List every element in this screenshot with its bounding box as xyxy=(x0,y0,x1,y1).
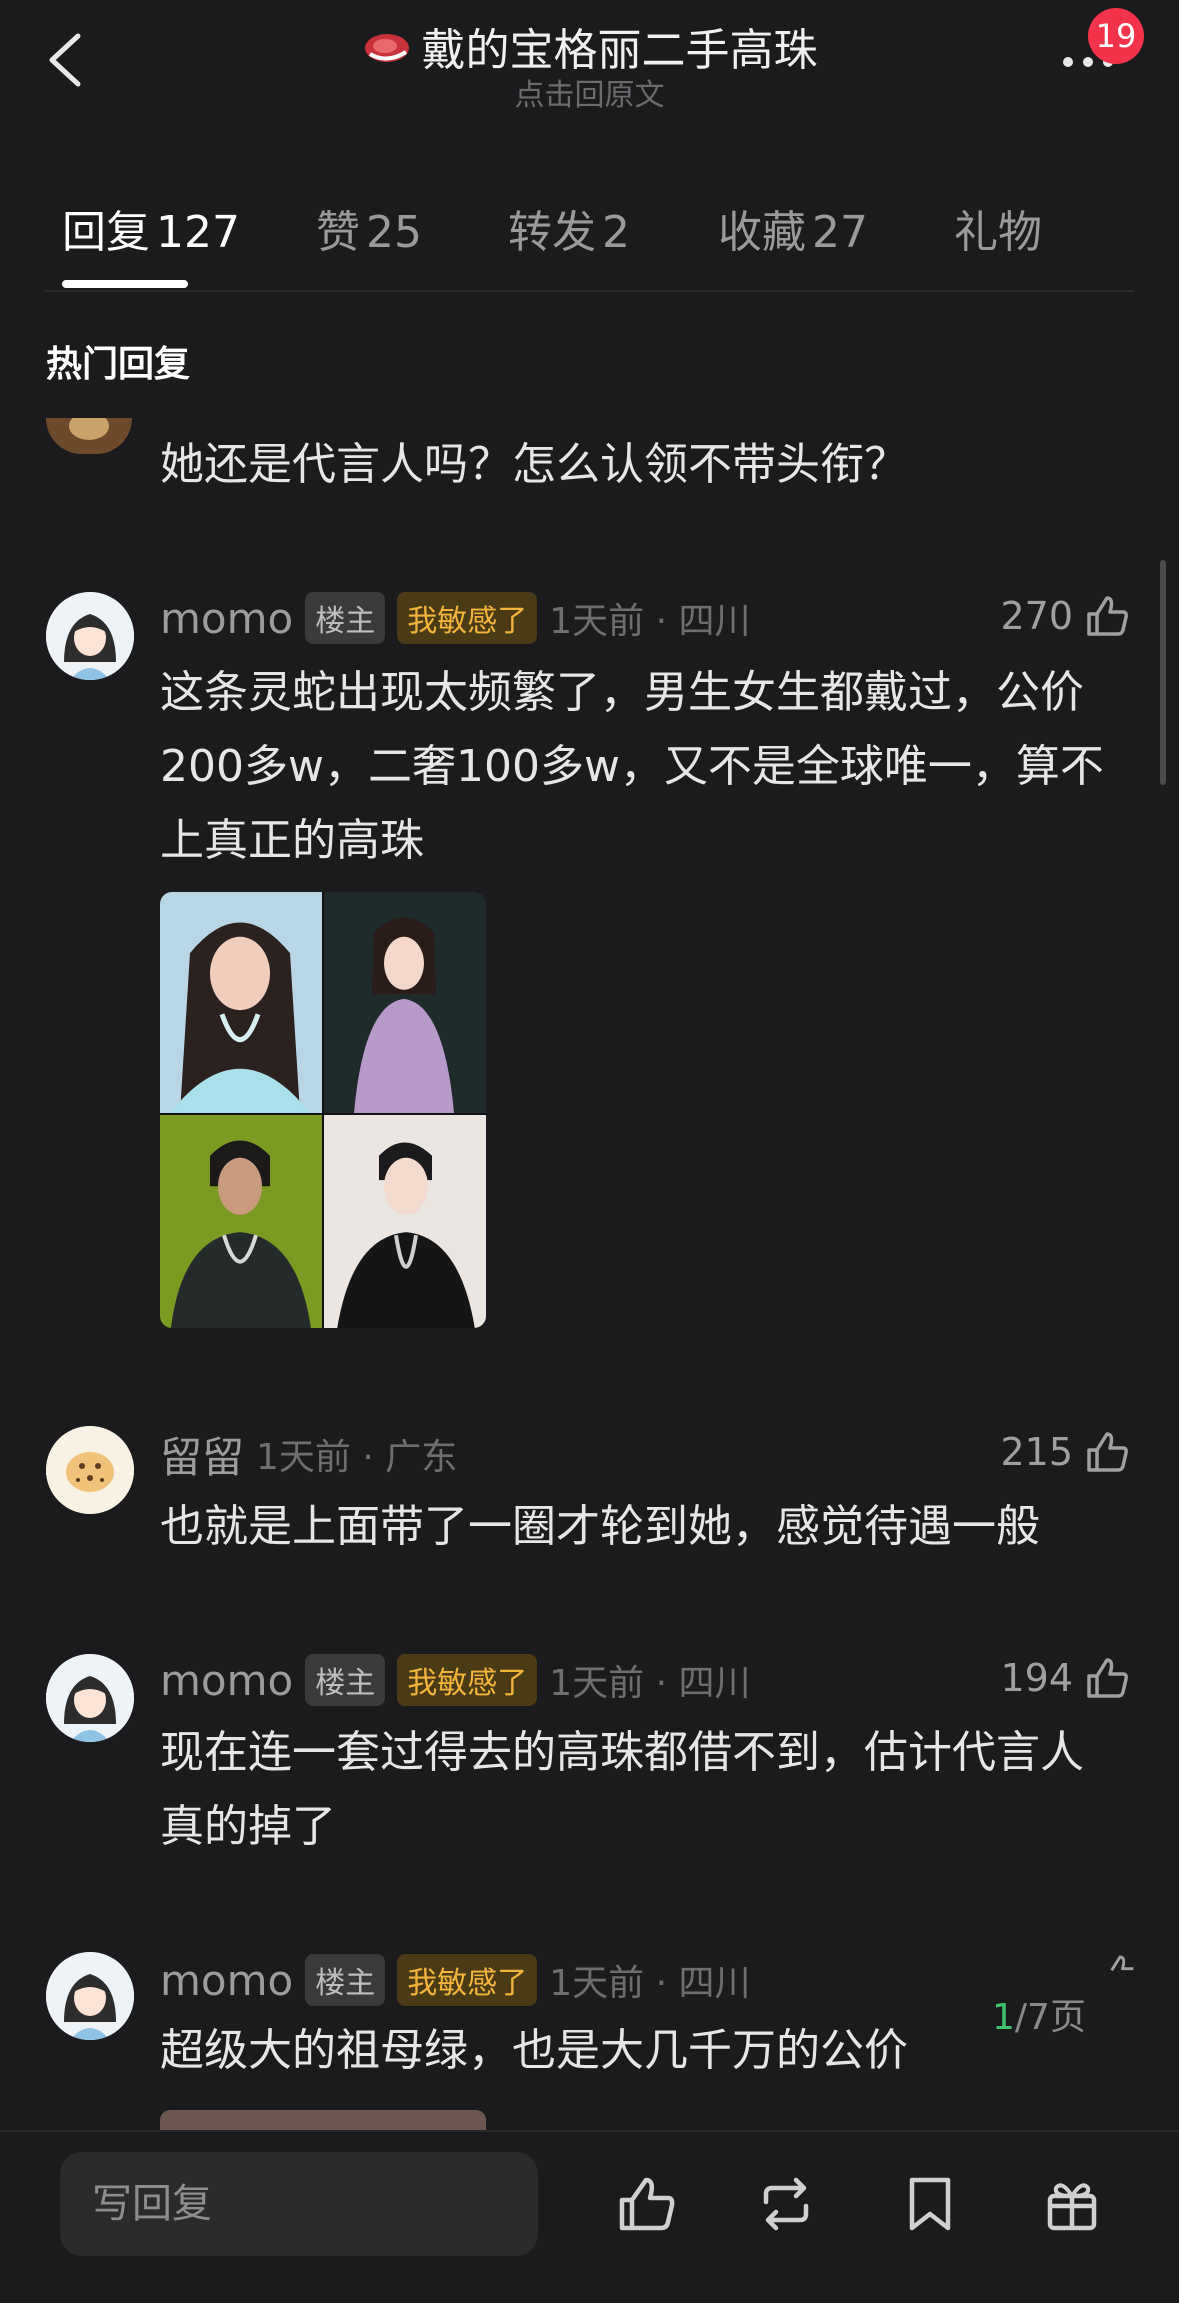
thumbs-up-icon xyxy=(1087,1658,1128,1698)
comment-text[interactable]: 超级大的祖母绿，也是大几千万的公价 xyxy=(160,2014,960,2088)
owner-tag: 楼主 xyxy=(305,1654,386,1706)
divider xyxy=(44,290,1134,292)
avatar[interactable] xyxy=(46,1952,134,2040)
tab-label: 收藏 xyxy=(718,207,806,258)
tab-count: 27 xyxy=(812,207,868,258)
avatar[interactable] xyxy=(46,592,134,680)
flair-tag: 我敏感了 xyxy=(397,592,538,644)
tab-count: 25 xyxy=(366,207,422,258)
like-count: 215 xyxy=(1000,1430,1073,1474)
tab-replies[interactable]: 回复 127 xyxy=(62,196,240,260)
like-count: 194 xyxy=(1000,1656,1073,1700)
like-button[interactable]: 194 xyxy=(1000,1654,1131,1702)
thumbs-up-icon[interactable] xyxy=(614,2172,678,2236)
comment-header: momo 楼主 我敏感了 1天前 · 四川 xyxy=(160,1952,750,2008)
total-pages: /7页 xyxy=(1014,1997,1086,2038)
comment-text[interactable]: 她还是代言人吗？怎么认领不带头衔？ xyxy=(160,428,1120,502)
comment-header: momo 楼主 我敏感了 1天前 · 四川 xyxy=(160,1652,750,1708)
photo[interactable] xyxy=(324,892,486,1113)
tab-label: 礼物 xyxy=(954,207,1042,258)
comment-text[interactable]: 这条灵蛇出现太频繁了，男生女生都戴过，公价200多w，二奢100多w，又不是全球… xyxy=(160,656,1120,878)
current-page: 1 xyxy=(992,1997,1015,2038)
like-count: 270 xyxy=(1000,594,1073,638)
page-indicator[interactable]: 1/7页 xyxy=(992,1988,1086,2040)
tab-count: 127 xyxy=(156,207,240,258)
section-title: 热门回复 xyxy=(46,344,191,385)
flair-tag: 我敏感了 xyxy=(397,1654,538,1706)
tab-label: 回复 xyxy=(62,207,150,258)
comment-meta: 1天前 · 四川 xyxy=(549,1963,751,2004)
scrollbar[interactable] xyxy=(1160,560,1166,785)
tab-count: 2 xyxy=(602,207,630,258)
active-tab-indicator xyxy=(62,280,188,288)
like-button[interactable]: 215 xyxy=(1000,1428,1131,1476)
page-title: 戴的宝格丽二手高珠 xyxy=(421,25,818,76)
reply-input[interactable]: 写回复 xyxy=(60,2152,538,2256)
comment-text[interactable]: 也就是上面带了一圈才轮到她，感觉待遇一般 xyxy=(160,1490,1120,1564)
tab-label: 赞 xyxy=(316,207,360,258)
username[interactable]: momo xyxy=(160,1956,293,2005)
comment-text[interactable]: 现在连一套过得去的高珠都借不到，估计代言人真的掉了 xyxy=(160,1716,1120,1864)
comment-meta: 1天前 · 广东 xyxy=(256,1437,458,1478)
steak-emoji-icon xyxy=(364,34,409,62)
bookmark-icon[interactable] xyxy=(898,2172,962,2236)
tab-likes[interactable]: 赞 25 xyxy=(316,196,422,260)
comment-header: 留留 1天前 · 广东 xyxy=(160,1426,457,1482)
tab-reposts[interactable]: 转发 2 xyxy=(508,196,630,260)
username[interactable]: 留留 xyxy=(160,1424,244,1485)
photo[interactable] xyxy=(160,1115,322,1328)
thumbs-up-icon[interactable] xyxy=(1100,1952,1140,1992)
comment-header: momo 楼主 我敏感了 1天前 · 四川 xyxy=(160,590,750,646)
comment-meta: 1天前 · 四川 xyxy=(549,601,751,642)
back-to-original-link[interactable]: 点击回原文 xyxy=(0,70,1179,114)
avatar[interactable] xyxy=(46,1654,134,1742)
header-title-area[interactable]: 戴的宝格丽二手高珠 xyxy=(0,14,1179,78)
username[interactable]: momo xyxy=(160,1656,293,1705)
gift-icon[interactable] xyxy=(1040,2172,1104,2236)
photo[interactable] xyxy=(160,892,322,1113)
thumbs-up-icon xyxy=(1087,596,1128,636)
thumbs-up-icon xyxy=(1087,1432,1128,1472)
owner-tag: 楼主 xyxy=(305,1954,386,2006)
photo[interactable] xyxy=(324,1115,486,1328)
tab-label: 转发 xyxy=(508,207,596,258)
avatar[interactable] xyxy=(46,418,132,454)
tab-gifts[interactable]: 礼物 xyxy=(954,196,1042,260)
photo[interactable] xyxy=(160,2110,486,2130)
tab-bar: 回复 127 赞 25 转发 2 收藏 27 礼物 xyxy=(0,190,1179,290)
flair-tag: 我敏感了 xyxy=(397,1954,538,2006)
tab-favorites[interactable]: 收藏 27 xyxy=(718,196,868,260)
owner-tag: 楼主 xyxy=(305,592,386,644)
repost-icon[interactable] xyxy=(754,2172,818,2236)
username[interactable]: momo xyxy=(160,594,293,643)
image-grid[interactable] xyxy=(160,892,486,1328)
comment-meta: 1天前 · 四川 xyxy=(549,1663,751,1704)
notification-badge: 19 xyxy=(1088,8,1144,64)
avatar[interactable] xyxy=(46,1426,134,1514)
like-button[interactable]: 270 xyxy=(1000,592,1131,640)
